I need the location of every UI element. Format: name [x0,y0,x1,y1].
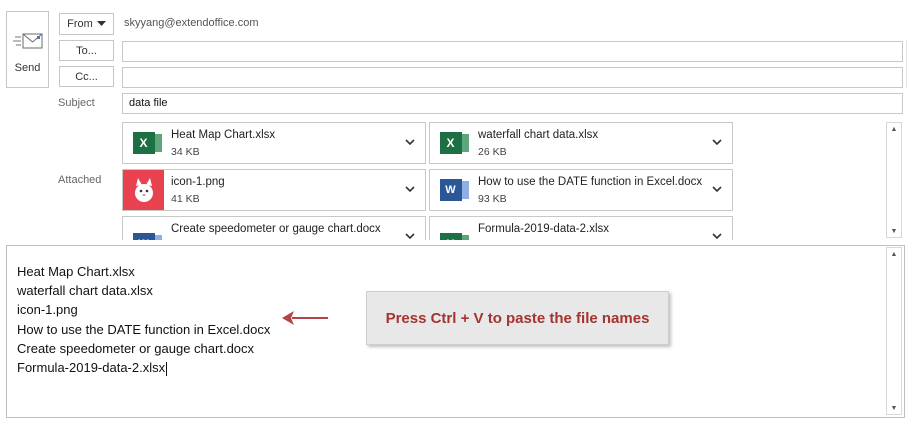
attachment-name: Create speedometer or gauge chart.docx [171,223,381,235]
chevron-down-icon[interactable] [404,183,416,195]
attachment-name: Heat Map Chart.xlsx [171,129,276,141]
from-label: From [67,18,93,30]
from-address: skyyang@extendoffice.com [124,17,259,29]
cc-label: Cc... [75,70,98,83]
cc-button[interactable]: Cc... [59,66,114,87]
scroll-down-icon[interactable]: ▼ [887,402,901,414]
scroll-up-icon[interactable]: ▲ [887,123,901,135]
chevron-down-icon[interactable] [711,230,723,240]
cc-field[interactable] [122,67,903,88]
attachment-item[interactable]: X waterfall chart data.xlsx 26 KB [429,122,733,164]
attachment-size: 34 KB [171,146,200,158]
attachment-name: waterfall chart data.xlsx [478,129,599,141]
attachment-size: 26 KB [478,146,507,158]
attachment-name: Formula-2019-data-2.xlsx [478,223,610,235]
attachment-item[interactable]: X Heat Map Chart.xlsx 34 KB [122,122,426,164]
attachment-size: 41 KB [171,193,200,205]
send-button[interactable]: Send [6,11,49,88]
chevron-down-icon[interactable] [404,136,416,148]
body-text: Heat Map Chart.xlsx waterfall chart data… [17,262,270,377]
to-field[interactable] [122,41,903,62]
word-icon: W [430,170,471,210]
chevron-down-icon[interactable] [711,136,723,148]
chevron-down-icon[interactable] [711,183,723,195]
attachment-name: icon-1.png [171,176,225,188]
body-line: waterfall chart data.xlsx [17,283,153,299]
excel-icon: X [430,123,471,163]
to-button[interactable]: To... [59,40,114,61]
scroll-up-icon[interactable]: ▲ [887,248,901,260]
subject-field[interactable]: data file [122,93,903,114]
body-line: How to use the DATE function in Excel.do… [17,321,271,337]
attachment-item[interactable]: icon-1.png 41 KB [122,169,426,211]
subject-label: Subject [58,97,95,109]
body-line: Create speedometer or gauge chart.docx [17,340,255,356]
attachments-scrollbar[interactable]: ▲ ▼ [886,122,902,238]
attachment-item[interactable]: X Formula-2019-data-2.xlsx [429,216,733,240]
attachments-list: X Heat Map Chart.xlsx 34 KB X waterfall … [122,122,882,240]
attached-label: Attached [58,174,102,186]
chevron-down-icon[interactable] [404,230,416,240]
attachment-name: How to use the DATE function in Excel.do… [478,176,703,188]
instruction-callout: Press Ctrl + V to paste the file names [366,291,669,345]
body-line-last: Formula-2019-data-2.xlsx [17,360,168,376]
attachment-size: 93 KB [478,193,507,205]
scroll-down-icon[interactable]: ▼ [887,225,901,237]
from-button[interactable]: From [59,13,114,35]
window-scrollbar[interactable] [906,40,912,88]
word-icon: W [123,217,164,240]
excel-icon: X [430,217,471,240]
body-line: icon-1.png [17,302,78,318]
body-line: Heat Map Chart.xlsx [17,264,135,279]
arrow-left-icon [282,311,328,325]
text-cursor [166,361,168,376]
attachment-item[interactable]: W How to use the DATE function in Excel.… [429,169,733,211]
to-label: To... [76,44,97,57]
image-icon [123,170,164,210]
body-scrollbar[interactable]: ▲ ▼ [886,247,902,415]
excel-icon: X [123,123,164,163]
send-envelope-icon [13,33,43,49]
send-label: Send [14,62,41,74]
attachment-item[interactable]: W Create speedometer or gauge chart.docx [122,216,426,240]
chevron-down-icon [96,21,106,26]
